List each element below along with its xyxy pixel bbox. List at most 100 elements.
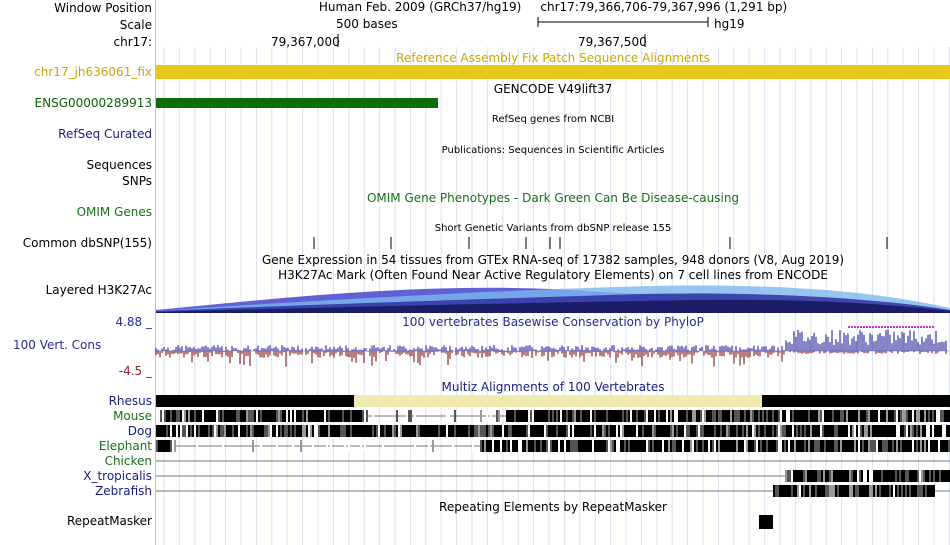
multiz-block — [600, 425, 602, 437]
multiz-block — [724, 410, 726, 422]
multiz-block — [664, 425, 666, 437]
multiz-block — [330, 410, 332, 422]
multiz-block — [352, 410, 354, 422]
multiz-block — [622, 410, 624, 422]
multiz-block — [186, 410, 188, 422]
multiz-block — [798, 440, 800, 452]
multiz-block — [791, 485, 793, 497]
multiz-block — [830, 410, 832, 422]
multiz-block — [664, 440, 666, 452]
multiz-block — [698, 440, 700, 452]
multiz-block — [510, 425, 512, 437]
multiz-block — [885, 485, 887, 497]
multiz-block — [868, 425, 870, 437]
multiz-block — [841, 470, 843, 482]
multiz-block — [813, 470, 815, 482]
multiz-block — [801, 470, 803, 482]
multiz-block — [855, 470, 857, 482]
multiz-block — [922, 410, 924, 422]
multiz-block — [842, 425, 844, 437]
multiz-block — [156, 425, 158, 437]
multiz-block — [240, 410, 242, 422]
multiz-block — [468, 425, 470, 437]
multiz-block — [853, 470, 855, 482]
multiz-block — [526, 410, 528, 422]
multiz-block — [902, 410, 904, 422]
multiz-block — [322, 410, 324, 422]
multiz-block — [850, 425, 852, 437]
multiz-block — [774, 410, 776, 422]
multiz-block — [652, 440, 654, 452]
multiz-block — [837, 485, 839, 497]
multiz-block — [792, 440, 794, 452]
multiz-block — [871, 485, 873, 497]
multiz-block — [514, 440, 516, 452]
multiz-block — [622, 425, 624, 437]
multiz-block — [666, 440, 668, 452]
multiz-block — [512, 440, 514, 452]
multiz-block — [642, 425, 644, 437]
multiz-block — [874, 425, 876, 437]
multiz-block — [604, 440, 606, 452]
multiz-block — [728, 425, 730, 437]
multiz-block — [895, 485, 897, 497]
multiz-block — [504, 440, 506, 452]
multiz-block — [400, 425, 402, 437]
multiz-block — [200, 410, 202, 422]
multiz-block — [312, 410, 314, 422]
multiz-block — [608, 410, 610, 422]
multiz-block — [819, 485, 821, 497]
multiz-block — [714, 440, 716, 452]
multiz-block — [704, 440, 706, 452]
multiz-block — [516, 425, 518, 437]
multiz-block — [452, 425, 454, 437]
multiz-block — [684, 410, 686, 422]
multiz-block — [480, 440, 482, 452]
multiz-block — [884, 410, 886, 422]
multiz-block — [320, 425, 322, 437]
multiz-block — [284, 425, 286, 437]
multiz-block — [873, 485, 875, 497]
multiz-block — [286, 410, 288, 422]
multiz-block — [938, 425, 940, 437]
multiz-block — [500, 425, 502, 437]
multiz-block — [222, 410, 224, 422]
multiz-block — [248, 410, 250, 422]
multiz-block — [712, 425, 714, 437]
multiz-block — [804, 425, 806, 437]
multiz-block — [919, 470, 921, 482]
multiz-block — [730, 440, 732, 452]
multiz-block — [202, 425, 204, 437]
multiz-block — [260, 410, 262, 422]
multiz-block — [858, 425, 860, 437]
multiz-block — [868, 440, 870, 452]
multiz-block — [846, 440, 848, 452]
multiz-block — [846, 425, 848, 437]
multiz-block — [368, 425, 370, 437]
multiz-block — [608, 425, 610, 437]
multiz-block — [376, 425, 378, 437]
multiz-block — [887, 485, 889, 497]
multiz-block — [304, 410, 306, 422]
multiz-block — [718, 410, 720, 422]
multiz-block — [562, 410, 564, 422]
multiz-block — [596, 425, 598, 437]
multiz-block — [897, 470, 899, 482]
multiz-block — [244, 410, 246, 422]
multiz-block — [590, 440, 592, 452]
multiz-block — [526, 425, 528, 437]
multiz-block — [512, 425, 514, 437]
publications-title: Publications: Sequences in Scientific Ar… — [441, 145, 665, 156]
multiz-block — [186, 425, 188, 437]
multiz-block — [652, 410, 654, 422]
multiz-block — [266, 410, 268, 422]
multiz-block — [270, 410, 272, 422]
multiz-block — [784, 440, 786, 452]
multiz-block — [881, 470, 883, 482]
multiz-block — [748, 440, 750, 452]
multiz-block — [728, 410, 730, 422]
cons-title: 100 vertebrates Basewise Conservation by… — [402, 315, 704, 329]
multiz-block — [826, 440, 828, 452]
multiz-block — [584, 410, 586, 422]
multiz-block — [210, 425, 212, 437]
